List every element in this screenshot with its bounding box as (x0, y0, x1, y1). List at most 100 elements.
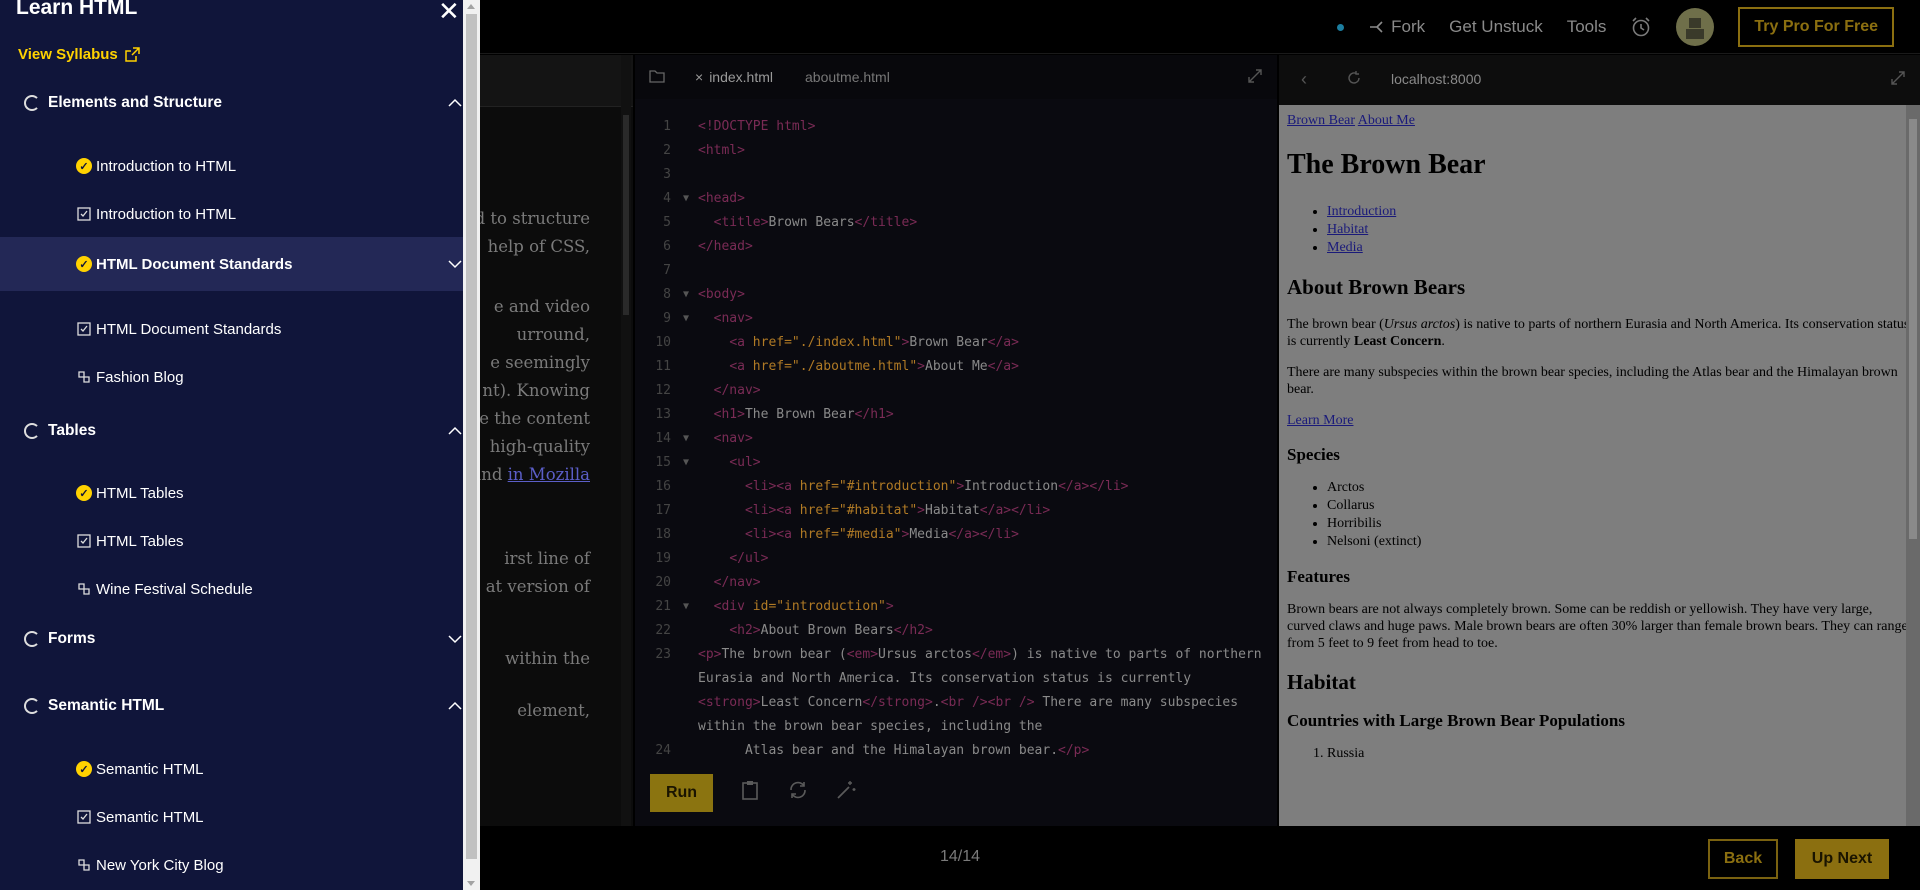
clipboard-icon[interactable] (739, 779, 761, 807)
code-line[interactable]: 7 (635, 259, 1277, 283)
section-label: Forms (48, 630, 96, 647)
narrative-line: at version of (485, 577, 590, 596)
code-text: <div id="introduction"> (713, 599, 894, 614)
code-line[interactable]: 20 </nav> (635, 571, 1277, 595)
url-bar[interactable]: localhost:8000 (1391, 71, 1481, 87)
syllabus-item[interactable]: Fashion Blog (0, 357, 466, 397)
code-line[interactable]: 15 ▼ <ul> (635, 451, 1277, 475)
expand-icon[interactable] (1890, 70, 1906, 89)
fold-arrow-icon[interactable]: ▼ (683, 307, 689, 331)
toc-link-habitat[interactable]: Habitat (1327, 222, 1368, 237)
run-button[interactable]: Run (650, 774, 713, 812)
learn-more-link[interactable]: Learn More (1287, 413, 1353, 428)
fork-button[interactable]: Fork (1368, 17, 1425, 37)
tab-index-html[interactable]: × index.html (679, 69, 789, 85)
code-text: <head> (698, 191, 745, 206)
view-syllabus-link[interactable]: View Syllabus (18, 46, 140, 63)
code-line[interactable]: 9 ▼ <nav> (635, 307, 1277, 331)
code-line[interactable]: 5 <title>Brown Bears</title> (635, 211, 1277, 235)
code-line[interactable]: 12 </nav> (635, 379, 1277, 403)
fold-arrow-icon[interactable]: ▼ (683, 283, 689, 307)
get-unstuck-button[interactable]: Get Unstuck (1449, 17, 1543, 37)
up-next-button[interactable]: Up Next (1795, 839, 1889, 879)
syllabus-item[interactable]: Wine Festival Schedule (0, 569, 466, 609)
narrative-scroll-thumb[interactable] (623, 115, 629, 315)
close-icon[interactable]: × (695, 69, 703, 85)
drawer-scrollbar[interactable] (463, 0, 480, 890)
narrative-scrollbar[interactable] (621, 55, 631, 826)
fold-arrow-icon[interactable]: ▼ (683, 595, 689, 619)
code-text: <a href="./index.html">Brown Bear</a> (729, 335, 1019, 350)
syllabus-section[interactable]: Tables (24, 416, 464, 446)
about-paragraph: The brown bear (Ursus arctos) is native … (1287, 317, 1910, 349)
syllabus-item[interactable]: ✓ HTML Tables (0, 473, 466, 513)
syllabus-section[interactable]: Elements and Structure (24, 88, 464, 118)
nav-link-brown-bear[interactable]: Brown Bear (1287, 113, 1355, 128)
close-icon[interactable]: ✕ (438, 0, 460, 27)
mozilla-link[interactable]: in Mozilla (508, 465, 590, 484)
syllabus-section[interactable]: Semantic HTML (24, 691, 464, 721)
syllabus-item[interactable]: ✓ HTML Document Standards (0, 237, 466, 291)
magic-wand-icon[interactable] (835, 779, 857, 807)
narrative-line: help of CSS, (487, 237, 590, 256)
scroll-down-icon[interactable] (467, 881, 475, 886)
syllabus-item[interactable]: ✓ Semantic HTML (0, 749, 466, 789)
code-line[interactable]: 1 <!DOCTYPE html> (635, 115, 1277, 139)
scroll-up-icon[interactable] (467, 4, 475, 9)
tab-aboutme-html[interactable]: aboutme.html (789, 69, 906, 85)
fold-arrow-icon[interactable]: ▼ (683, 187, 689, 211)
nav-link-about-me[interactable]: About Me (1358, 113, 1415, 128)
code-line[interactable]: 18 <li><a href="#media">Media</a></li> (635, 523, 1277, 547)
status-dot-icon (1337, 23, 1345, 31)
toc-link-media[interactable]: Media (1327, 240, 1363, 255)
code-line[interactable]: 23 <p>The brown bear (<em>Ursus arctos</… (635, 643, 1277, 739)
toc-link-introduction[interactable]: Introduction (1327, 204, 1396, 219)
chevron-up-icon[interactable] (446, 697, 464, 715)
preview-scroll-thumb[interactable] (1909, 119, 1917, 539)
code-line[interactable]: 16 <li><a href="#introduction">Introduct… (635, 475, 1277, 499)
drawer-scroll-thumb[interactable] (466, 14, 477, 859)
code-line[interactable]: 19 </ul> (635, 547, 1277, 571)
code-text: </nav> (713, 575, 761, 590)
code-line[interactable]: 3 (635, 163, 1277, 187)
reset-icon[interactable] (787, 779, 809, 807)
back-arrow-icon[interactable]: ‹ (1279, 69, 1329, 90)
syllabus-item[interactable]: Introduction to HTML (0, 194, 466, 234)
alarm-clock-icon[interactable] (1630, 16, 1652, 38)
code-line[interactable]: 6 </head> (635, 235, 1277, 259)
code-area[interactable]: 1 <!DOCTYPE html> 2 <html> 3 4 ▼ <head> 5 <title… (635, 115, 1277, 763)
fold-arrow-icon[interactable]: ▼ (683, 451, 689, 475)
folder-icon[interactable] (635, 69, 679, 86)
tools-button[interactable]: Tools (1567, 17, 1607, 37)
syllabus-item[interactable]: New York City Blog (0, 845, 466, 885)
chevron-down-icon[interactable] (446, 630, 464, 648)
syllabus-item[interactable]: HTML Document Standards (0, 309, 466, 349)
code-line[interactable]: 4 ▼ <head> (635, 187, 1277, 211)
code-line[interactable]: 21 ▼ <div id="introduction"> (635, 595, 1277, 619)
chevron-up-icon[interactable] (446, 422, 464, 440)
expand-icon[interactable] (1247, 68, 1263, 87)
code-line[interactable]: 17 <li><a href="#habitat">Habitat</a></l… (635, 499, 1277, 523)
back-button[interactable]: Back (1708, 839, 1778, 879)
preview-scrollbar[interactable] (1906, 105, 1920, 826)
code-line[interactable]: 14 ▼ <nav> (635, 427, 1277, 451)
syllabus-section[interactable]: Forms (24, 624, 464, 654)
fold-arrow-icon[interactable]: ▼ (683, 427, 689, 451)
code-line[interactable]: 22 <h2>About Brown Bears</h2> (635, 619, 1277, 643)
code-line[interactable]: 10 <a href="./index.html">Brown Bear</a> (635, 331, 1277, 355)
line-number: 18 (655, 527, 671, 542)
avatar[interactable] (1676, 8, 1715, 46)
chevron-down-icon[interactable] (446, 255, 464, 273)
fork-label: Fork (1391, 17, 1426, 36)
chevron-up-icon[interactable] (446, 94, 464, 112)
line-number: 1 (663, 119, 671, 134)
syllabus-item[interactable]: HTML Tables (0, 521, 466, 561)
syllabus-item[interactable]: ✓ Introduction to HTML (0, 146, 466, 186)
try-pro-button[interactable]: Try Pro For Free (1738, 7, 1894, 47)
code-line[interactable]: 2 <html> (635, 139, 1277, 163)
code-line[interactable]: 11 <a href="./aboutme.html">About Me</a> (635, 355, 1277, 379)
code-line[interactable]: 13 <h1>The Brown Bear</h1> (635, 403, 1277, 427)
code-line[interactable]: 8 ▼ <body> (635, 283, 1277, 307)
refresh-icon[interactable] (1329, 69, 1379, 90)
syllabus-item[interactable]: Semantic HTML (0, 797, 466, 837)
